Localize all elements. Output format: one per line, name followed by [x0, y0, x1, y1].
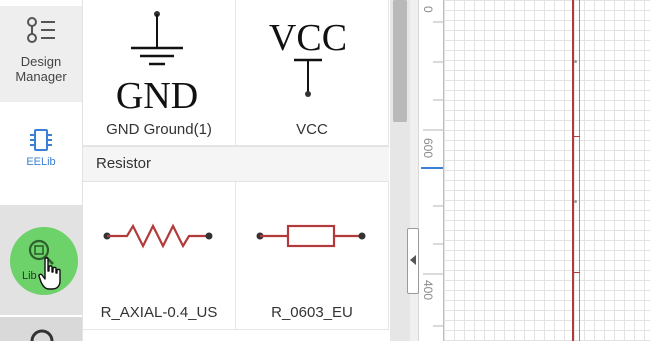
sheet-border-line-inner: [579, 0, 580, 341]
library-item-gnd[interactable]: GND GND Ground(1): [83, 0, 236, 146]
sheet-border-tick: [574, 272, 580, 273]
eelib-button[interactable]: EELib: [0, 118, 82, 188]
library-scrollbar-thumb[interactable]: [393, 0, 407, 122]
eelib-label: EELib: [26, 156, 56, 168]
vcc-symbol: VCC: [256, 12, 356, 102]
collapse-panel-button[interactable]: [407, 228, 419, 294]
resistor-eu-symbol: [256, 221, 368, 251]
sheet-border-tick: [574, 136, 580, 137]
ruler-label: 0: [421, 6, 435, 13]
list-tree-icon: [23, 16, 59, 48]
vertical-ruler: 0 600 400: [419, 0, 444, 341]
caret-left-icon: [409, 255, 417, 265]
sheet-border-line: [572, 0, 574, 341]
sheet-zone-marker: [574, 60, 577, 63]
ruler-label: 400: [421, 280, 435, 301]
rail-next-button[interactable]: [0, 317, 82, 341]
gnd-symbol: GND: [117, 10, 207, 110]
section-header-resistor[interactable]: Resistor: [83, 146, 389, 182]
left-sidebar: Design Manager EELib Lib: [0, 0, 83, 341]
library-item-label: GND Ground(1): [106, 121, 212, 138]
library-item-vcc[interactable]: VCC VCC: [236, 0, 389, 146]
library-panel: GND GND Ground(1) VCC VCC Resistor R_AXI…: [83, 0, 389, 341]
section-title: Resistor: [96, 155, 152, 172]
resistor-us-symbol: [103, 221, 215, 251]
library-item-r-axial[interactable]: R_AXIAL-0.4_US: [83, 181, 236, 330]
gnd-symbol-text: GND: [117, 75, 198, 110]
vcc-symbol-text: VCC: [269, 17, 347, 59]
hand-pointer-icon: [38, 257, 64, 291]
library-item-label: R_0603_EU: [271, 304, 353, 321]
design-manager-button[interactable]: Design Manager: [0, 6, 82, 102]
lib-button[interactable]: Lib: [0, 205, 82, 315]
ruler-label: 600: [421, 138, 435, 159]
design-manager-label: Design Manager: [15, 54, 67, 84]
library-item-label: R_AXIAL-0.4_US: [100, 304, 218, 321]
schematic-canvas[interactable]: [444, 0, 650, 341]
partial-icon: [30, 327, 54, 341]
sheet-zone-marker: [574, 200, 577, 203]
library-item-r-0603-eu[interactable]: R_0603_EU: [236, 181, 389, 330]
library-item-label: VCC: [296, 121, 328, 138]
lib-label: Lib: [22, 270, 37, 282]
chip-icon: [28, 126, 54, 154]
